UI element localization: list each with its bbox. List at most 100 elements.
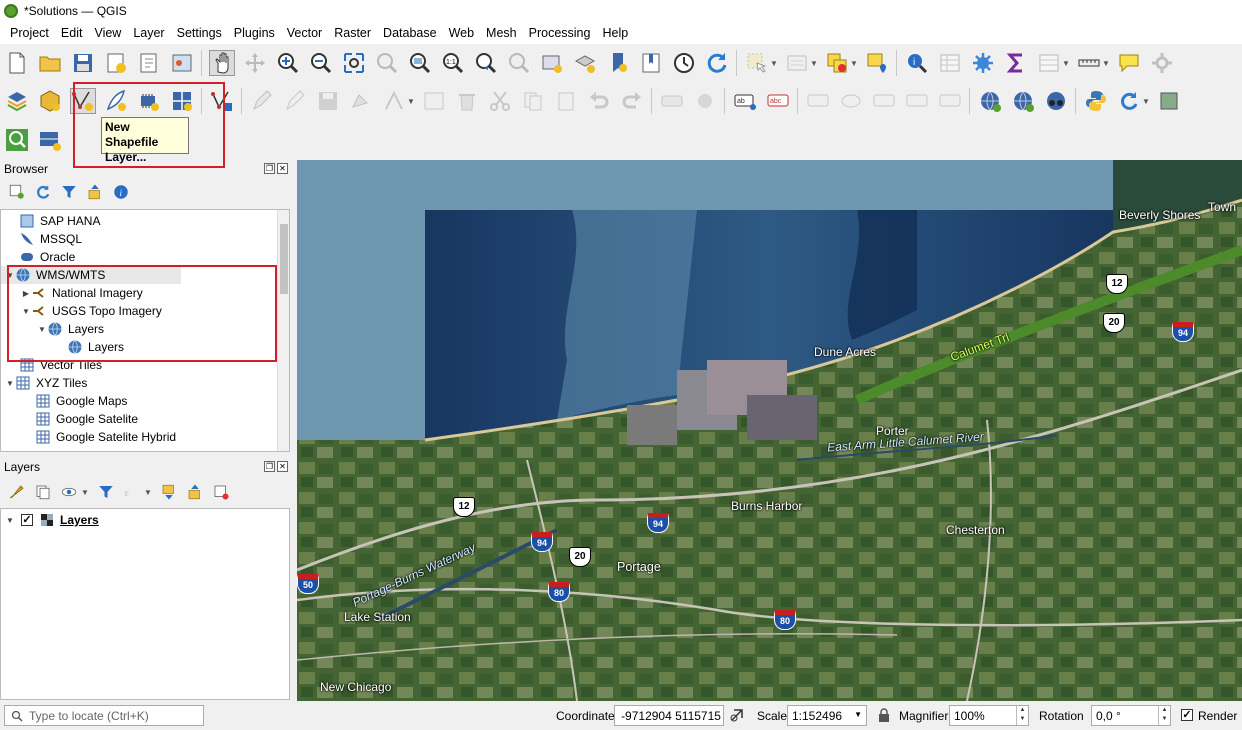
remove-layer-icon[interactable] — [211, 482, 231, 502]
rotation-spinbox[interactable]: 0,0 ° ▲ ▼ — [1091, 705, 1171, 726]
label-toolbar-icon[interactable] — [659, 88, 685, 114]
new-3d-map-view-icon[interactable] — [572, 50, 598, 76]
identify-features-icon[interactable]: i — [904, 50, 930, 76]
dropdown-arrow-icon[interactable]: ▼ — [81, 488, 89, 497]
style-manager-icon[interactable] — [169, 50, 195, 76]
collapse-arrow-icon[interactable]: ▼ — [5, 379, 15, 388]
open-project-icon[interactable] — [37, 50, 63, 76]
python-console-icon[interactable] — [1083, 88, 1109, 114]
menu-settings[interactable]: Settings — [171, 26, 228, 40]
menu-database[interactable]: Database — [377, 26, 443, 40]
paste-features-icon[interactable] — [553, 88, 579, 114]
layer-labeling-icon[interactable]: ab — [732, 88, 758, 114]
measure-line-icon[interactable] — [1076, 50, 1102, 76]
vertex-tool-icon[interactable] — [381, 88, 407, 114]
dropdown-arrow-icon[interactable]: ▼ — [1102, 59, 1110, 68]
show-bookmarks-icon[interactable] — [638, 50, 664, 76]
browser-item-google-satelite-hybrid[interactable]: Google Satelite Hybrid — [1, 428, 289, 446]
highlight-pinned-labels-icon[interactable] — [838, 88, 864, 114]
select-by-value-icon[interactable] — [784, 50, 810, 76]
dropdown-arrow-icon[interactable]: ▼ — [1142, 97, 1150, 106]
browser-scrollbar[interactable] — [277, 210, 289, 451]
search-plugin-icon[interactable] — [4, 127, 30, 153]
zoom-to-selection-icon[interactable] — [374, 50, 400, 76]
save-edits-icon[interactable] — [315, 88, 341, 114]
dropdown-arrow-icon[interactable]: ▼ — [850, 59, 858, 68]
dropdown-arrow-icon[interactable]: ▼ — [144, 488, 152, 497]
spin-arrows-icon[interactable]: ▲ ▼ — [1158, 706, 1170, 725]
map-canvas[interactable]: Beverly Shores Town Calumet Trl Dune Acr… — [297, 160, 1242, 701]
move-label-icon[interactable] — [871, 88, 897, 114]
menu-mesh[interactable]: Mesh — [480, 26, 523, 40]
menu-web[interactable]: Web — [443, 26, 480, 40]
scale-combobox[interactable]: 1:152496 ▼ — [787, 705, 867, 726]
change-label-icon[interactable] — [937, 88, 963, 114]
menu-layer[interactable]: Layer — [127, 26, 170, 40]
pan-map-icon[interactable] — [208, 50, 235, 76]
browser-item-google-satelite[interactable]: Google Satelite — [1, 410, 289, 428]
expand-all-icon[interactable] — [159, 482, 179, 502]
menu-raster[interactable]: Raster — [328, 26, 377, 40]
browser-item-usgs-topo-imagery[interactable]: ▼ USGS Topo Imagery — [1, 302, 289, 320]
collapse-arrow-icon[interactable]: ▼ — [37, 325, 47, 334]
map-tips-icon[interactable] — [1116, 50, 1142, 76]
layout-manager-icon[interactable] — [136, 50, 162, 76]
zoom-next-icon[interactable] — [506, 50, 532, 76]
menu-edit[interactable]: Edit — [55, 26, 89, 40]
browser-item-national-imagery[interactable]: ▶ National Imagery — [1, 284, 289, 302]
lock-scale-icon[interactable] — [878, 708, 890, 722]
collapse-all-icon[interactable] — [85, 182, 105, 202]
dropdown-arrow-icon[interactable]: ▼ — [770, 59, 778, 68]
undo-icon[interactable] — [586, 88, 612, 114]
select-location-icon[interactable] — [864, 50, 890, 76]
layer-item-layers[interactable]: ▼ ✓ Layers — [1, 511, 289, 529]
coordinate-field[interactable]: -9712904 5115715 — [614, 705, 724, 726]
statistics-sigma-icon[interactable] — [1003, 50, 1029, 76]
new-map-view-icon[interactable] — [539, 50, 565, 76]
settings-gear-icon[interactable] — [1149, 50, 1175, 76]
show-unplaced-labels-icon[interactable]: abc — [765, 88, 791, 114]
scrollbar-thumb[interactable] — [280, 224, 288, 294]
zoom-in-icon[interactable] — [275, 50, 301, 76]
browser-item-google-maps[interactable]: Google Maps — [1, 392, 289, 410]
manage-map-themes-icon[interactable] — [59, 482, 79, 502]
filter-legend-icon[interactable] — [96, 482, 116, 502]
menu-plugins[interactable]: Plugins — [228, 26, 281, 40]
refresh-browser-icon[interactable] — [33, 182, 53, 202]
collapse-arrow-icon[interactable]: ▼ — [5, 271, 15, 280]
cut-features-icon[interactable] — [487, 88, 513, 114]
dropdown-arrow-icon[interactable]: ▼ — [407, 97, 415, 106]
properties-info-icon[interactable]: i — [111, 182, 131, 202]
current-edits-icon[interactable] — [249, 88, 275, 114]
new-memory-layer-icon[interactable] — [136, 88, 162, 114]
add-selected-layers-icon[interactable] — [7, 182, 27, 202]
float-panel-icon[interactable]: ❐ — [264, 461, 275, 472]
chevron-down-icon[interactable]: ▼ — [854, 710, 862, 719]
layer-styling-icon[interactable] — [7, 482, 27, 502]
redo-icon[interactable] — [619, 88, 645, 114]
zoom-last-icon[interactable] — [473, 50, 499, 76]
field-calculator-icon[interactable] — [1036, 50, 1062, 76]
plugin-tool-icon[interactable] — [37, 127, 63, 153]
rotate-label-icon[interactable] — [904, 88, 930, 114]
data-source-manager-icon[interactable] — [4, 88, 30, 114]
menu-processing[interactable]: Processing — [523, 26, 597, 40]
filter-browser-icon[interactable] — [59, 182, 79, 202]
toolbox-icon[interactable] — [970, 50, 996, 76]
float-panel-icon[interactable]: ❐ — [264, 163, 275, 174]
copy-features-icon[interactable] — [520, 88, 546, 114]
browser-item-sap-hana[interactable]: SAP HANA — [1, 212, 289, 230]
toggle-extents-icon[interactable] — [729, 707, 745, 723]
modify-attributes-icon[interactable] — [421, 88, 447, 114]
zoom-full-icon[interactable] — [341, 50, 367, 76]
pan-to-selection-icon[interactable] — [242, 50, 268, 76]
browser-item-layers[interactable]: Layers — [1, 338, 289, 356]
locator-search-input[interactable]: Type to locate (Ctrl+K) — [4, 705, 204, 726]
add-feature-icon[interactable] — [348, 88, 374, 114]
new-bookmark-icon[interactable] — [605, 50, 631, 76]
new-project-icon[interactable] — [4, 50, 30, 76]
temporal-controller-icon[interactable] — [671, 50, 697, 76]
label-pin-icon[interactable] — [692, 88, 718, 114]
close-panel-icon[interactable]: ✕ — [277, 163, 288, 174]
zoom-native-icon[interactable]: 1:1 — [440, 50, 466, 76]
